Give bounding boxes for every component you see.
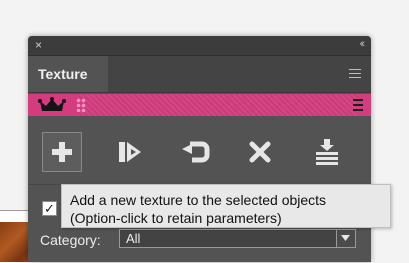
texture-header-bar bbox=[28, 94, 371, 116]
texture-panel: × ‹‹ Texture ✓ Category: All bbox=[28, 36, 371, 262]
panel-titlebar[interactable]: × ‹‹ bbox=[28, 36, 371, 56]
apply-arrow-icon bbox=[119, 142, 141, 162]
replace-texture-button[interactable] bbox=[175, 132, 215, 172]
option-checkbox[interactable]: ✓ bbox=[42, 201, 57, 216]
header-texture bbox=[78, 94, 358, 116]
category-select[interactable]: All bbox=[119, 229, 356, 248]
category-value: All bbox=[126, 231, 141, 246]
close-icon[interactable]: × bbox=[35, 38, 42, 52]
chevron-down-icon[interactable] bbox=[336, 230, 355, 247]
sparkle-icon bbox=[76, 98, 86, 112]
header-menu-icon[interactable] bbox=[353, 99, 363, 111]
import-texture-button[interactable] bbox=[307, 132, 347, 172]
add-texture-button[interactable] bbox=[42, 132, 82, 172]
crown-icon bbox=[38, 97, 66, 111]
category-label: Category: bbox=[40, 232, 101, 248]
panel-menu-icon[interactable] bbox=[349, 69, 361, 78]
plus-icon bbox=[52, 142, 72, 162]
apply-texture-button[interactable] bbox=[110, 132, 150, 172]
tab-texture[interactable]: Texture bbox=[28, 56, 108, 92]
tooltip-line-1: Add a new texture to the selected object… bbox=[70, 192, 327, 208]
collapse-icon[interactable]: ‹‹ bbox=[360, 37, 366, 51]
stack-down-icon bbox=[316, 139, 338, 165]
panel-tab-row: Texture bbox=[28, 56, 371, 93]
tooltip: Add a new texture to the selected object… bbox=[61, 184, 391, 228]
loop-arrow-icon bbox=[182, 141, 210, 163]
remove-texture-button[interactable] bbox=[240, 132, 280, 172]
tooltip-line-2: (Option-click to retain parameters) bbox=[70, 210, 282, 226]
texture-toolbar bbox=[28, 132, 371, 176]
x-icon bbox=[249, 141, 271, 163]
